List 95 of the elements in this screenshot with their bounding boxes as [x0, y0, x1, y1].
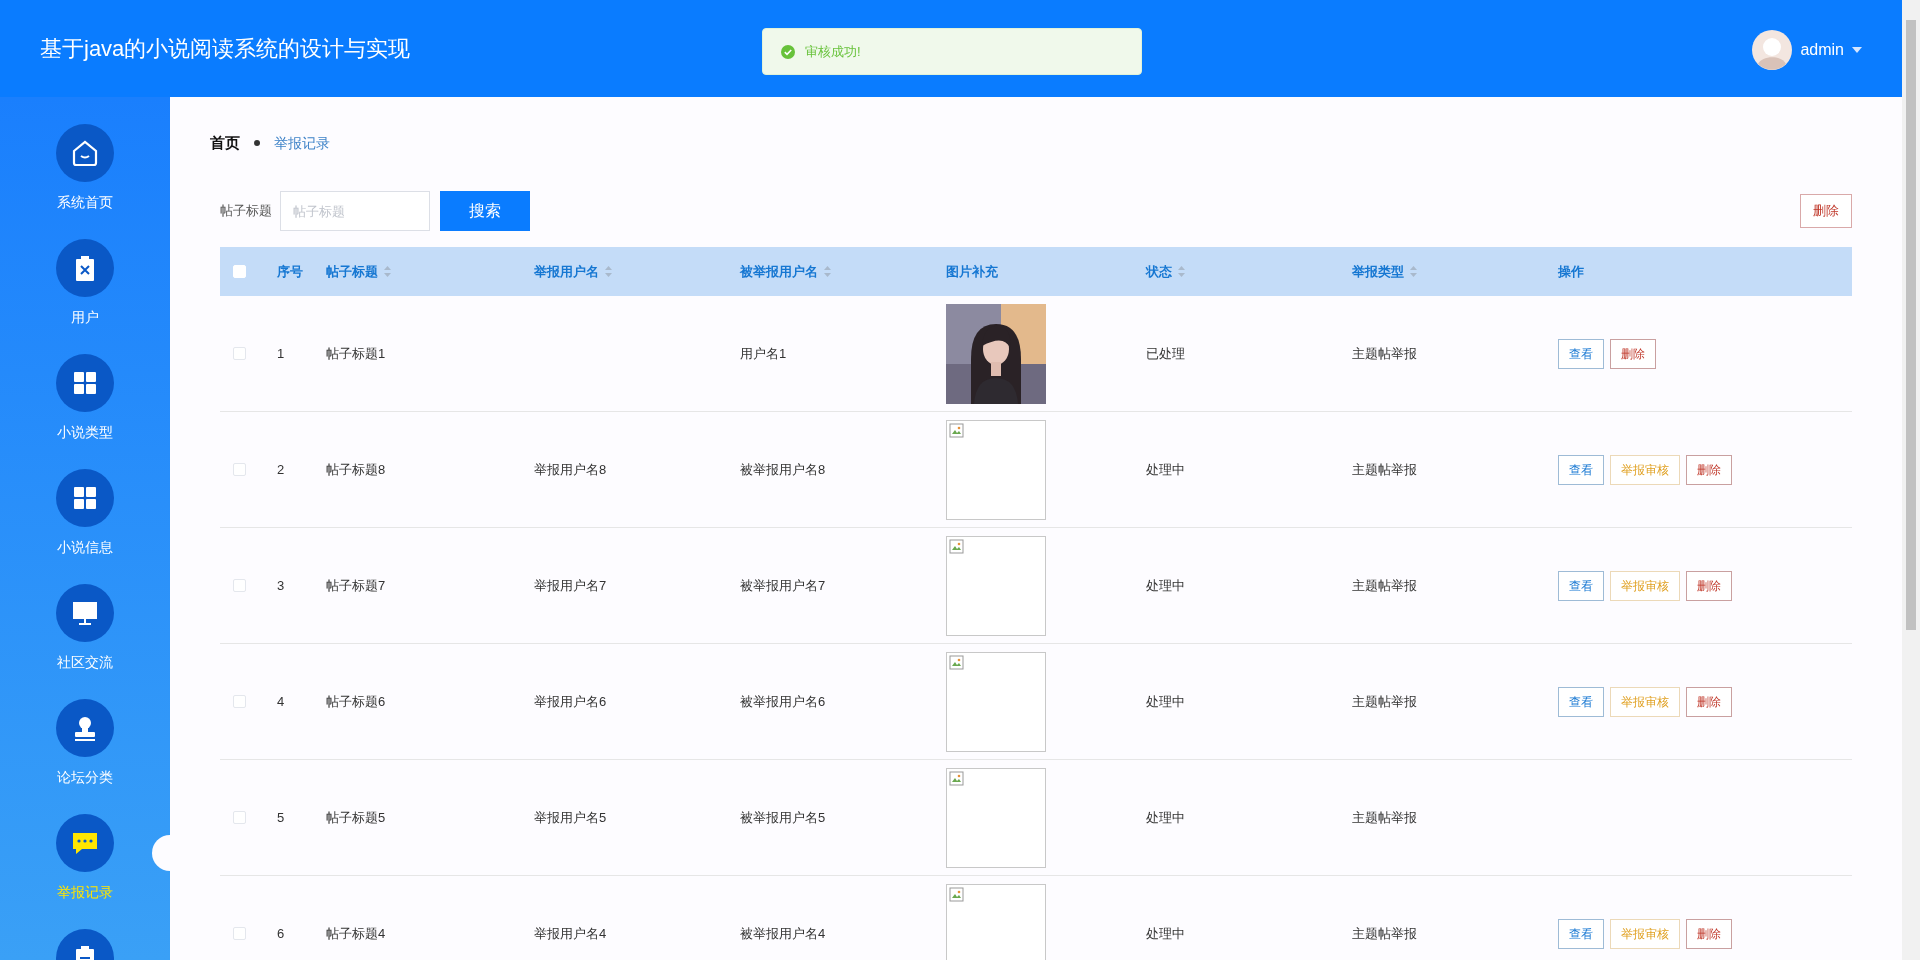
column-header[interactable]: 被举报用户名: [740, 261, 818, 282]
table-cell-text: 已处理: [1146, 344, 1186, 363]
table-cell-text: 帖子标题4: [326, 924, 387, 943]
table-cell-text: 帖子标题1: [326, 344, 387, 363]
search-label: 帖子标题: [220, 202, 272, 221]
table-cell-text: 6: [277, 924, 286, 943]
table-cell-text: 处理中: [1146, 576, 1186, 595]
menu-item[interactable]: 用户: [71, 307, 99, 328]
delete-button[interactable]: 删除: [1800, 194, 1852, 228]
check-circle-icon: [781, 44, 795, 59]
menu-item[interactable]: 社区交流: [57, 652, 113, 673]
table-cell-text: 处理中: [1146, 460, 1186, 479]
sort-icon[interactable]: [1178, 266, 1185, 277]
table-cell-text: 主题帖举报: [1352, 808, 1418, 827]
broken-image-icon: [949, 538, 965, 555]
success-toast: 审核成功!: [762, 28, 1142, 75]
table-cell-text: 帖子标题6: [326, 692, 387, 711]
table-cell-text: 举报用户名6: [534, 692, 608, 711]
column-header[interactable]: 图片补充: [946, 261, 998, 282]
broken-image-icon: [949, 422, 965, 439]
table-cell-text: 用户名1: [740, 344, 788, 363]
broken-image-icon: [949, 886, 965, 903]
checkbox[interactable]: [233, 695, 246, 708]
search-button[interactable]: 搜索: [440, 191, 530, 231]
table-cell-text: 4: [277, 692, 286, 711]
table-cell-text: 处理中: [1146, 924, 1186, 943]
breadcrumb-item[interactable]: 举报记录: [274, 132, 330, 154]
view-button[interactable]: 查看: [1558, 570, 1604, 601]
app-title: 基于java的小说阅读系统的设计与实现: [40, 35, 411, 63]
table-cell-text: 被举报用户名7: [740, 576, 827, 595]
table-cell-text: 主题帖举报: [1352, 460, 1418, 479]
table-cell-text: 被举报用户名8: [740, 460, 827, 479]
column-header[interactable]: 帖子标题: [326, 261, 378, 282]
table-cell-text: 主题帖举报: [1352, 344, 1418, 363]
table-cell-text: 举报用户名7: [534, 576, 608, 595]
checkbox[interactable]: [233, 463, 246, 476]
menu-item[interactable]: 系统首页: [57, 192, 113, 213]
delete-button[interactable]: 删除: [1610, 338, 1656, 369]
column-header[interactable]: 举报类型: [1352, 261, 1404, 282]
checkbox[interactable]: [233, 927, 246, 940]
breadcrumb-item[interactable]: 首页: [210, 131, 240, 155]
column-header[interactable]: 序号: [277, 261, 303, 282]
checkbox[interactable]: [233, 347, 246, 360]
column-header[interactable]: 操作: [1558, 261, 1584, 282]
sort-icon[interactable]: [1410, 266, 1417, 277]
table-cell-text: 帖子标题8: [326, 460, 387, 479]
menu-item[interactable]: 举报记录: [57, 882, 113, 903]
sort-icon[interactable]: [824, 266, 831, 277]
sort-icon[interactable]: [605, 266, 612, 277]
table-cell-text: 帖子标题7: [326, 576, 387, 595]
table-cell-text: 被举报用户名5: [740, 808, 827, 827]
view-button[interactable]: 查看: [1558, 338, 1604, 369]
table-cell-text: 举报用户名8: [534, 460, 608, 479]
table-cell-text: 主题帖举报: [1352, 576, 1418, 595]
review-button[interactable]: 举报审核: [1610, 918, 1680, 949]
table-cell-text: 2: [277, 460, 286, 479]
table-cell-text: 5: [277, 808, 286, 827]
delete-button[interactable]: 删除: [1686, 454, 1732, 485]
checkbox[interactable]: [233, 811, 246, 824]
broken-image-icon: [949, 770, 965, 787]
table-cell-text: 3: [277, 576, 286, 595]
table-cell-text: 举报用户名5: [534, 808, 608, 827]
broken-image-icon: [949, 654, 965, 671]
menu-item[interactable]: 小说类型: [57, 422, 113, 443]
delete-button[interactable]: 删除: [1686, 570, 1732, 601]
avatar[interactable]: [1752, 30, 1793, 70]
column-header[interactable]: 举报用户名: [534, 261, 599, 282]
table-cell-text: 1: [277, 344, 286, 363]
review-button[interactable]: 举报审核: [1610, 570, 1680, 601]
table-cell-text: 被举报用户名4: [740, 924, 827, 943]
delete-button[interactable]: 删除: [1686, 686, 1732, 717]
view-button[interactable]: 查看: [1558, 686, 1604, 717]
table-cell-text: 被举报用户名6: [740, 692, 827, 711]
user-name[interactable]: admin: [1800, 38, 1844, 62]
view-button[interactable]: 查看: [1558, 918, 1604, 949]
delete-button[interactable]: 删除: [1686, 918, 1732, 949]
menu-item[interactable]: 论坛分类: [57, 767, 113, 788]
breadcrumb-separator: [254, 140, 260, 146]
menu-item[interactable]: 小说信息: [57, 537, 113, 558]
view-button[interactable]: 查看: [1558, 454, 1604, 485]
table-cell-text: 主题帖举报: [1352, 924, 1418, 943]
scrollbar[interactable]: [1902, 0, 1920, 960]
table-cell-text: 处理中: [1146, 692, 1186, 711]
caret-down-icon[interactable]: [1852, 47, 1862, 53]
table-cell-text: 处理中: [1146, 808, 1186, 827]
table-cell-text: 举报用户名4: [534, 924, 608, 943]
column-header[interactable]: 状态: [1146, 261, 1172, 282]
table-cell-text: 主题帖举报: [1352, 692, 1418, 711]
menu-item-icon-button[interactable]: [56, 584, 114, 642]
checkbox[interactable]: [233, 579, 246, 592]
active-notch: [152, 835, 170, 871]
sort-icon[interactable]: [384, 266, 391, 277]
table-cell-text: 帖子标题5: [326, 808, 387, 827]
review-button[interactable]: 举报审核: [1610, 454, 1680, 485]
review-button[interactable]: 举报审核: [1610, 686, 1680, 717]
